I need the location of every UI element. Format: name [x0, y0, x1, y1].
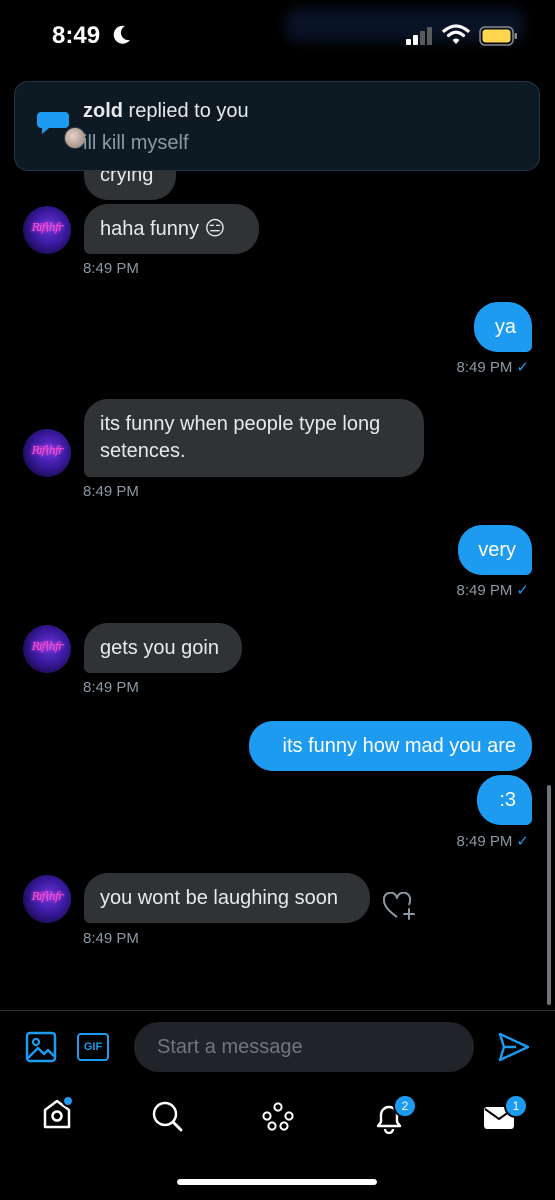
- sent-check-icon: ✓: [516, 582, 529, 599]
- home-unread-dot: [62, 1095, 74, 1107]
- wifi-icon: [442, 24, 470, 44]
- avatar[interactable]: Rif∤hfr: [23, 206, 71, 254]
- avatar[interactable]: Rif∤hfr: [23, 625, 71, 673]
- battery-icon: [479, 26, 517, 46]
- message-bubble-outgoing[interactable]: its funny how mad you are: [249, 721, 532, 771]
- avatar[interactable]: Rif∤hfr: [23, 875, 71, 923]
- sent-check-icon: ✓: [516, 359, 529, 376]
- signal-icon: [406, 27, 432, 45]
- message-timestamp: 8:49 PM: [83, 483, 139, 500]
- message-bubble-incoming[interactable]: gets you goin: [84, 623, 242, 673]
- message-input[interactable]: [134, 1022, 474, 1072]
- spaces-icon[interactable]: [261, 1102, 295, 1132]
- message-bubble-outgoing[interactable]: very: [458, 525, 532, 575]
- status-time: 8:49: [52, 22, 101, 49]
- message-text: ya: [494, 316, 516, 338]
- notification-title: zold replied to you: [83, 100, 249, 123]
- message-text: very: [478, 539, 516, 561]
- message-timestamp: 8:49 PM: [83, 679, 139, 696]
- timestamp-text: 8:49 PM: [456, 582, 513, 599]
- sent-check-icon: ✓: [516, 833, 529, 850]
- message-bubble-incoming[interactable]: its funny when people type long setences…: [84, 399, 424, 477]
- gif-button[interactable]: GIF: [77, 1033, 109, 1061]
- home-indicator[interactable]: [177, 1179, 377, 1185]
- avatar[interactable]: Rif∤hfr: [23, 429, 71, 477]
- notification-text: ill kill myself: [83, 132, 189, 154]
- message-text: haha funny 😑: [100, 218, 226, 240]
- notification-action: replied to you: [123, 100, 249, 122]
- notifications-badge: 2: [393, 1094, 417, 1118]
- divider: [0, 1010, 555, 1011]
- message-timestamp: 8:49 PM ✓: [457, 581, 529, 599]
- timestamp-text: 8:49 PM: [456, 833, 513, 850]
- send-icon[interactable]: [498, 1032, 530, 1062]
- message-timestamp: 8:49 PM ✓: [457, 832, 529, 850]
- search-icon[interactable]: [151, 1100, 183, 1132]
- message-text: you wont be laughing soon: [100, 887, 338, 909]
- status-bar: 8:49: [0, 0, 555, 75]
- message-text: its funny how mad you are: [282, 735, 516, 757]
- message-text: gets you goin: [100, 637, 219, 659]
- moon-icon: [113, 25, 130, 44]
- messages-badge: 1: [504, 1094, 528, 1118]
- message-bubble-incoming[interactable]: you wont be laughing soon: [84, 873, 370, 923]
- notification-user: zold: [83, 100, 123, 122]
- message-bubble-outgoing[interactable]: ya: [474, 302, 532, 352]
- reply-notification[interactable]: zold replied to you ill kill myself: [14, 81, 540, 171]
- message-bubble-incoming[interactable]: haha funny 😑: [84, 204, 259, 254]
- scrollbar[interactable]: [547, 785, 551, 1005]
- message-text: :3: [499, 789, 516, 811]
- message-timestamp: 8:49 PM ✓: [457, 358, 529, 376]
- message-timestamp: 8:49 PM: [83, 260, 139, 277]
- message-timestamp: 8:49 PM: [83, 930, 139, 947]
- message-bubble-outgoing[interactable]: :3: [477, 775, 532, 825]
- message-text: its funny when people type long setences…: [100, 413, 381, 462]
- heart-add-icon[interactable]: [383, 892, 417, 922]
- image-icon[interactable]: [25, 1031, 57, 1063]
- timestamp-text: 8:49 PM: [456, 359, 513, 376]
